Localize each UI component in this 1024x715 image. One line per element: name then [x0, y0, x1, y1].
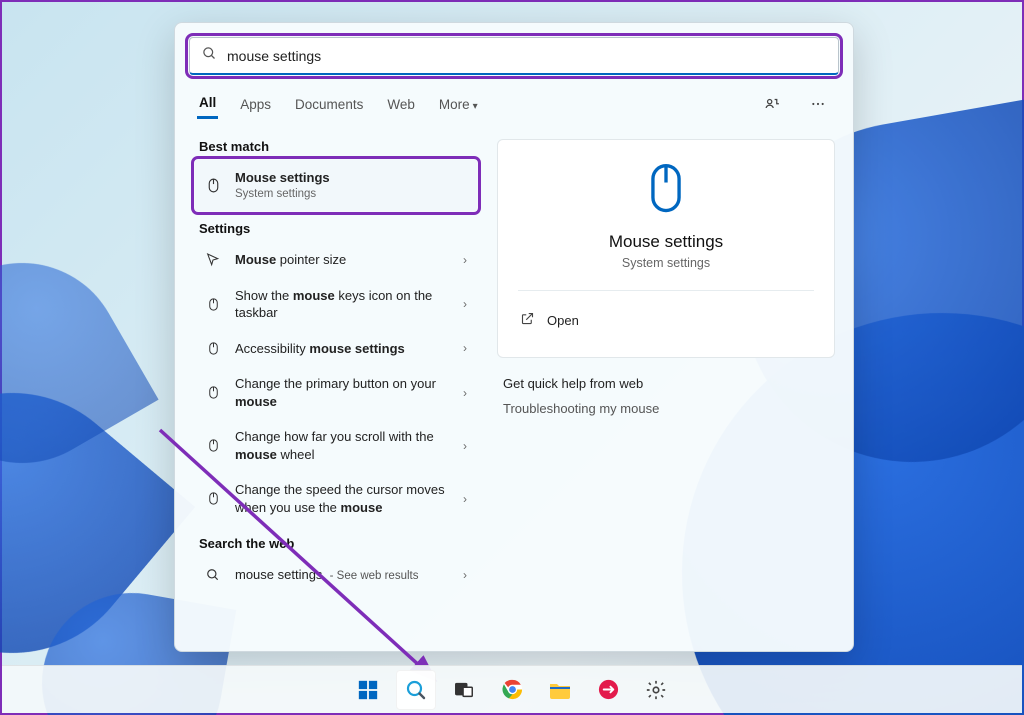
taskbar — [2, 665, 1022, 713]
open-action[interactable]: Open — [518, 305, 814, 335]
result-item[interactable]: Change how far you scroll with the mouse… — [195, 419, 477, 472]
result-text: Change the speed the cursor moves when y… — [235, 481, 451, 516]
chevron-right-icon: › — [463, 568, 467, 582]
taskbar-taskview-button[interactable] — [444, 670, 484, 710]
result-text: Show the mouse keys icon on the taskbar — [235, 287, 451, 322]
preview-card: Mouse settings System settings Open — [497, 139, 835, 358]
help-label: Get quick help from web — [503, 376, 829, 391]
open-label: Open — [547, 313, 579, 328]
search-icon — [203, 568, 223, 582]
filter-tabs: All Apps Documents Web More — [175, 81, 853, 125]
mouse-icon — [203, 438, 223, 453]
results-column: Best match Mouse settings System setting… — [175, 125, 485, 651]
taskbar-search-button[interactable] — [396, 670, 436, 710]
result-text: Change the primary button on your mouse — [235, 375, 451, 410]
mouse-icon — [203, 341, 223, 356]
section-search-web: Search the web — [199, 536, 477, 551]
divider — [518, 290, 814, 291]
tab-documents[interactable]: Documents — [293, 91, 365, 118]
taskbar-app-button[interactable] — [588, 670, 628, 710]
chevron-right-icon: › — [463, 386, 467, 400]
help-link[interactable]: Troubleshooting my mouse — [503, 401, 829, 416]
preview-subtitle: System settings — [518, 256, 814, 270]
search-icon — [202, 46, 217, 66]
tab-apps[interactable]: Apps — [238, 91, 273, 118]
more-options-icon[interactable] — [805, 91, 831, 117]
preview-title: Mouse settings — [518, 232, 814, 252]
account-switch-icon[interactable] — [759, 91, 785, 117]
result-item[interactable]: Mouse pointer size › — [195, 242, 477, 278]
mouse-icon — [203, 177, 223, 194]
tab-more[interactable]: More — [437, 91, 480, 118]
result-item[interactable]: Show the mouse keys icon on the taskbar … — [195, 278, 477, 331]
mouse-icon — [518, 162, 814, 218]
preview-column: Mouse settings System settings Open Get … — [485, 125, 853, 651]
section-best-match: Best match — [199, 139, 477, 154]
result-text: mouse settings - See web results — [235, 566, 451, 585]
result-item[interactable]: Accessibility mouse settings › — [195, 331, 477, 367]
tab-web[interactable]: Web — [385, 91, 417, 118]
chevron-right-icon: › — [463, 253, 467, 267]
result-text: Mouse pointer size — [235, 251, 451, 269]
taskbar-start-button[interactable] — [348, 670, 388, 710]
chevron-right-icon: › — [463, 439, 467, 453]
result-item[interactable]: Change the primary button on your mouse … — [195, 366, 477, 419]
taskbar-chrome-button[interactable] — [492, 670, 532, 710]
taskbar-settings-button[interactable] — [636, 670, 676, 710]
result-web[interactable]: mouse settings - See web results › — [195, 557, 477, 594]
chevron-right-icon: › — [463, 492, 467, 506]
taskbar-explorer-button[interactable] — [540, 670, 580, 710]
open-icon — [520, 311, 535, 329]
start-search-panel: All Apps Documents Web More Best match M… — [174, 22, 854, 652]
result-subtitle: System settings — [235, 187, 467, 203]
section-settings: Settings — [199, 221, 477, 236]
tab-all[interactable]: All — [197, 89, 218, 119]
mouse-icon — [203, 491, 223, 506]
result-text: Change how far you scroll with the mouse… — [235, 428, 451, 463]
cursor-icon — [203, 252, 223, 268]
chevron-right-icon: › — [463, 297, 467, 311]
chevron-right-icon: › — [463, 341, 467, 355]
search-input[interactable] — [227, 48, 826, 64]
result-title: Mouse settings — [235, 169, 467, 187]
mouse-icon — [203, 385, 223, 400]
search-box[interactable] — [189, 37, 839, 75]
result-best-match[interactable]: Mouse settings System settings — [195, 160, 477, 211]
mouse-icon — [203, 297, 223, 312]
result-text: Accessibility mouse settings — [235, 340, 451, 358]
result-item[interactable]: Change the speed the cursor moves when y… — [195, 472, 477, 525]
